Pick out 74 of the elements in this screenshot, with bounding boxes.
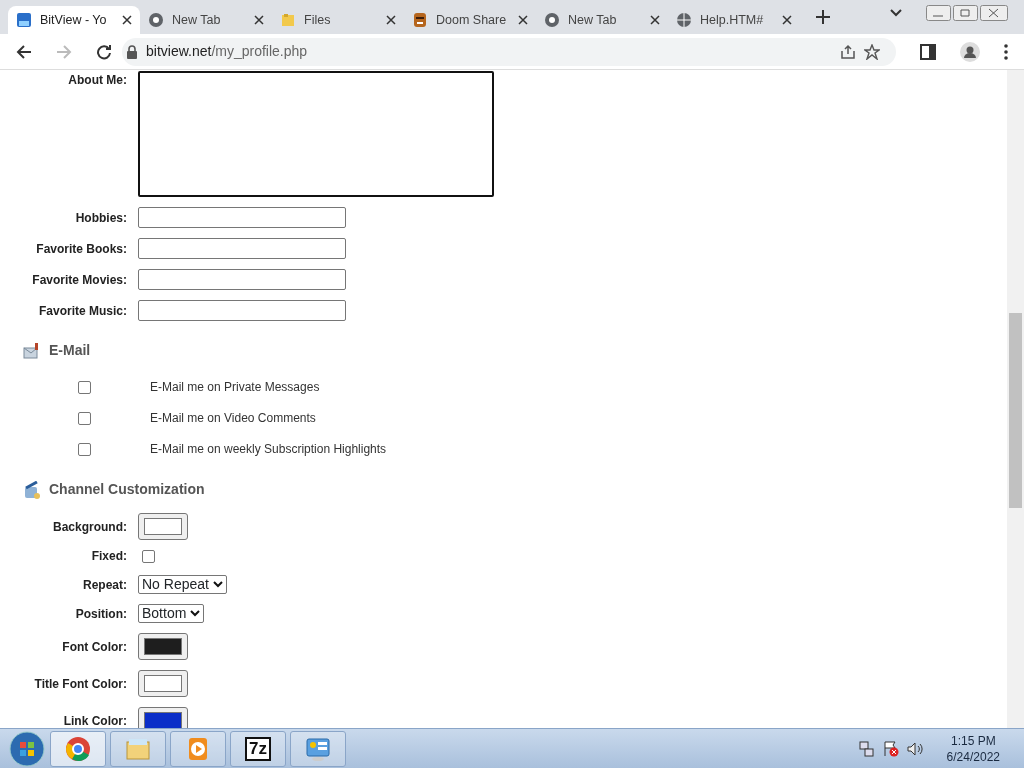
field-label: Favorite Books: — [35, 240, 128, 258]
envelope-icon — [23, 341, 41, 360]
text-input-field[interactable] — [138, 300, 346, 321]
chevron-down-icon — [212, 581, 223, 588]
text-input-field[interactable] — [138, 269, 346, 290]
window-controls-icon[interactable] — [926, 5, 1008, 21]
chrome-icon — [64, 734, 92, 763]
side-panel-icon[interactable] — [920, 43, 936, 60]
taskbar-button[interactable]: 7z — [230, 730, 286, 767]
globe-icon — [676, 12, 692, 28]
close-icon[interactable] — [254, 15, 264, 25]
back-arrow-icon[interactable] — [16, 43, 32, 60]
checkbox-label: E-Mail me on weekly Subscription Highlights — [150, 441, 387, 458]
section-heading: E-Mail — [49, 341, 91, 360]
browser-tab[interactable]: BitView - Yo — [8, 6, 140, 34]
lock-icon — [126, 44, 138, 59]
dropdown[interactable]: No Repeat — [138, 575, 227, 594]
text-input-field[interactable] — [138, 207, 346, 228]
flag-warning-icon[interactable] — [882, 740, 899, 757]
browser-tab[interactable]: Help.HTM# — [668, 6, 800, 34]
color-picker[interactable] — [138, 513, 188, 540]
checkbox[interactable] — [142, 549, 155, 563]
checkbox[interactable] — [78, 411, 91, 425]
checkbox[interactable] — [78, 380, 91, 394]
star-icon[interactable] — [864, 43, 880, 60]
folder-icon — [280, 12, 296, 28]
checkbox-label: E-Mail me on Private Messages — [150, 379, 320, 396]
field-label: Font Color: — [61, 638, 128, 656]
checkbox-label: E-Mail me on Video Comments — [150, 410, 316, 427]
field-label: Background: — [52, 518, 128, 536]
field-label: Position: — [74, 605, 128, 623]
close-icon[interactable] — [518, 15, 528, 25]
field-label: Favorite Music: — [37, 302, 128, 320]
field-label: Link Color: — [62, 712, 128, 728]
field-label: About Me: — [67, 72, 128, 89]
close-icon[interactable] — [650, 15, 660, 25]
close-icon[interactable] — [122, 15, 132, 25]
taskbar-button[interactable] — [50, 730, 106, 767]
chrome-icon — [544, 12, 560, 28]
network-icon[interactable] — [858, 740, 875, 757]
start-orb-icon[interactable] — [8, 729, 46, 768]
field-label: Repeat: — [82, 576, 128, 594]
field-label: Title Font Color: — [33, 675, 128, 693]
field-label: Hobbies: — [74, 209, 128, 227]
profile-avatar-icon[interactable] — [960, 41, 980, 62]
color-picker[interactable] — [138, 670, 188, 697]
close-icon[interactable] — [782, 15, 792, 25]
reload-icon[interactable] — [96, 43, 112, 60]
field-label: Fixed: — [90, 548, 128, 565]
chrome-icon — [148, 12, 164, 28]
more-menu-icon[interactable] — [1004, 43, 1008, 60]
close-icon[interactable] — [386, 15, 396, 25]
chevron-down-icon — [190, 610, 201, 617]
chevron-down-icon[interactable] — [890, 9, 902, 17]
clock[interactable]: 1:15 PM 6/24/2022 — [946, 732, 1000, 765]
browser-tab[interactable]: New Tab — [536, 6, 668, 34]
text-input-field[interactable] — [138, 238, 346, 259]
share-icon[interactable] — [840, 43, 856, 60]
scrollbar[interactable] — [1007, 70, 1024, 728]
dropdown[interactable]: Bottom — [138, 604, 205, 623]
section-heading: Channel Customization — [49, 480, 205, 499]
speaker-icon[interactable] — [906, 740, 923, 757]
color-picker[interactable] — [138, 707, 188, 728]
field-label: Favorite Movies: — [31, 271, 128, 289]
about-me-text-area[interactable] — [138, 71, 494, 197]
taskbar-button[interactable] — [290, 730, 346, 767]
site-logo-icon — [16, 12, 32, 28]
checkbox[interactable] — [78, 442, 91, 456]
new-tab-icon[interactable] — [816, 10, 830, 24]
address-bar[interactable]: bitview.net/my_profile.php — [122, 37, 896, 66]
browser-tab[interactable]: New Tab — [140, 6, 272, 34]
color-picker[interactable] — [138, 633, 188, 660]
browser-tab[interactable]: Doom Share — [404, 6, 536, 34]
browser-tab[interactable]: Files — [272, 6, 404, 34]
